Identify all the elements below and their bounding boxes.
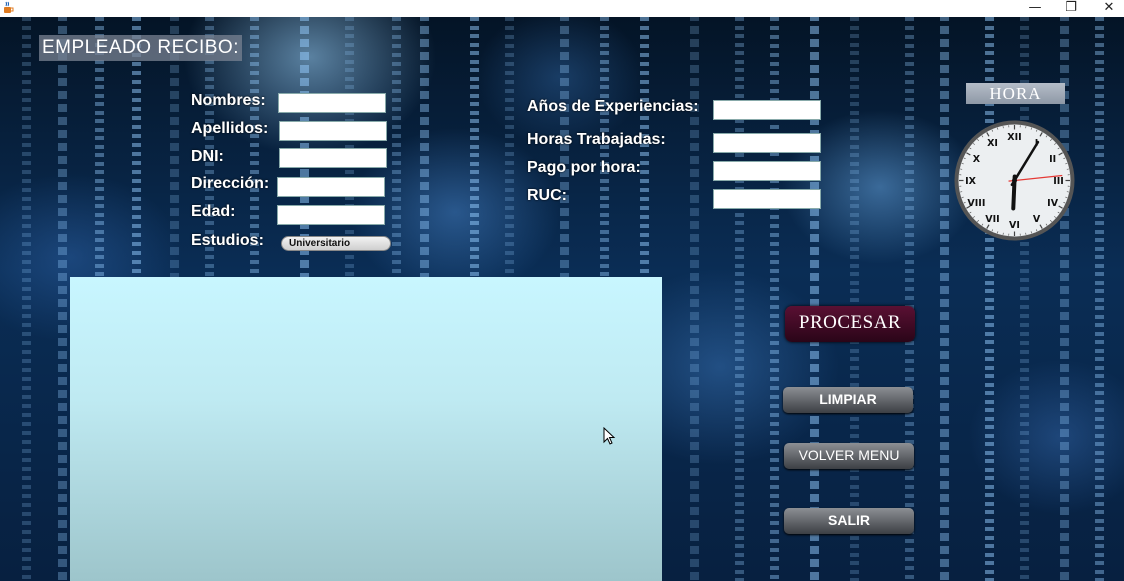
dni-label: DNI:: [191, 148, 224, 165]
page-title: EMPLEADO RECIBO:: [39, 35, 242, 61]
estudios-label: Estudios:: [191, 232, 264, 249]
salir-button[interactable]: SALIR: [784, 508, 914, 534]
edad-field[interactable]: [277, 205, 385, 225]
output-textarea[interactable]: [70, 277, 662, 581]
horas-trabajadas-label: Horas Trabajadas:: [527, 131, 666, 148]
anios-experiencia-field[interactable]: [713, 100, 821, 120]
estudios-select[interactable]: Universitario: [281, 236, 391, 251]
clock-center-pin: [1012, 178, 1017, 183]
clock-numeral-iii: III: [1053, 176, 1064, 187]
clock-numeral-xi: XI: [987, 138, 998, 149]
apellidos-label: Apellidos:: [191, 120, 269, 137]
matrix-rain-column: [940, 17, 949, 581]
nombres-label: Nombres:: [191, 92, 266, 109]
matrix-rain-column: [850, 17, 859, 581]
pago-por-hora-field[interactable]: [713, 161, 821, 181]
clock-numeral-vi: VI: [1009, 220, 1020, 231]
volver-menu-button[interactable]: VOLVER MENU: [784, 443, 914, 469]
clock-numeral-xii: XII: [1007, 132, 1021, 143]
procesar-button[interactable]: PROCESAR: [785, 306, 915, 342]
matrix-rain-column: [58, 17, 67, 581]
dni-field[interactable]: [279, 148, 387, 168]
clock-numeral-viii: VIII: [967, 198, 985, 209]
java-cup-icon: [4, 1, 14, 13]
matrix-rain-column: [905, 17, 914, 581]
anios-experiencia-label: Años de Experiencias:: [527, 98, 699, 115]
content-panel: EMPLEADO RECIBO: Nombres: Apellidos: DNI…: [0, 17, 1124, 581]
clock-numeral-x: X: [973, 154, 981, 165]
edad-label: Edad:: [191, 203, 236, 220]
matrix-rain-column: [1095, 17, 1104, 581]
ruc-field[interactable]: [713, 189, 821, 209]
direccion-field[interactable]: [277, 177, 385, 197]
close-button[interactable]: ✕: [1091, 0, 1124, 17]
apellidos-field[interactable]: [279, 121, 387, 141]
minimize-button[interactable]: —: [1017, 0, 1053, 17]
nombres-field[interactable]: [278, 93, 386, 113]
mouse-cursor-icon: [603, 427, 616, 445]
clock-numeral-iv: IV: [1047, 198, 1059, 209]
clock-numeral-vii: VII: [985, 214, 999, 225]
ruc-label: RUC:: [527, 187, 567, 204]
window-titlebar: — ❐ ✕: [0, 0, 1124, 17]
clock-numeral-ix: IX: [965, 176, 977, 187]
pago-por-hora-label: Pago por hora:: [527, 159, 641, 176]
limpiar-button[interactable]: LIMPIAR: [783, 387, 913, 413]
clock-numeral-ii: II: [1049, 154, 1056, 165]
matrix-rain-column: [22, 17, 31, 581]
analog-clock: XIIIIIIIIIVVVIVIIVIIIIXXXI: [954, 120, 1075, 241]
restore-button[interactable]: ❐: [1053, 0, 1089, 17]
direccion-label: Dirección:: [191, 175, 270, 192]
hora-label: HORA: [966, 83, 1065, 104]
clock-numeral-v: V: [1033, 214, 1041, 225]
horas-trabajadas-field[interactable]: [713, 133, 821, 153]
